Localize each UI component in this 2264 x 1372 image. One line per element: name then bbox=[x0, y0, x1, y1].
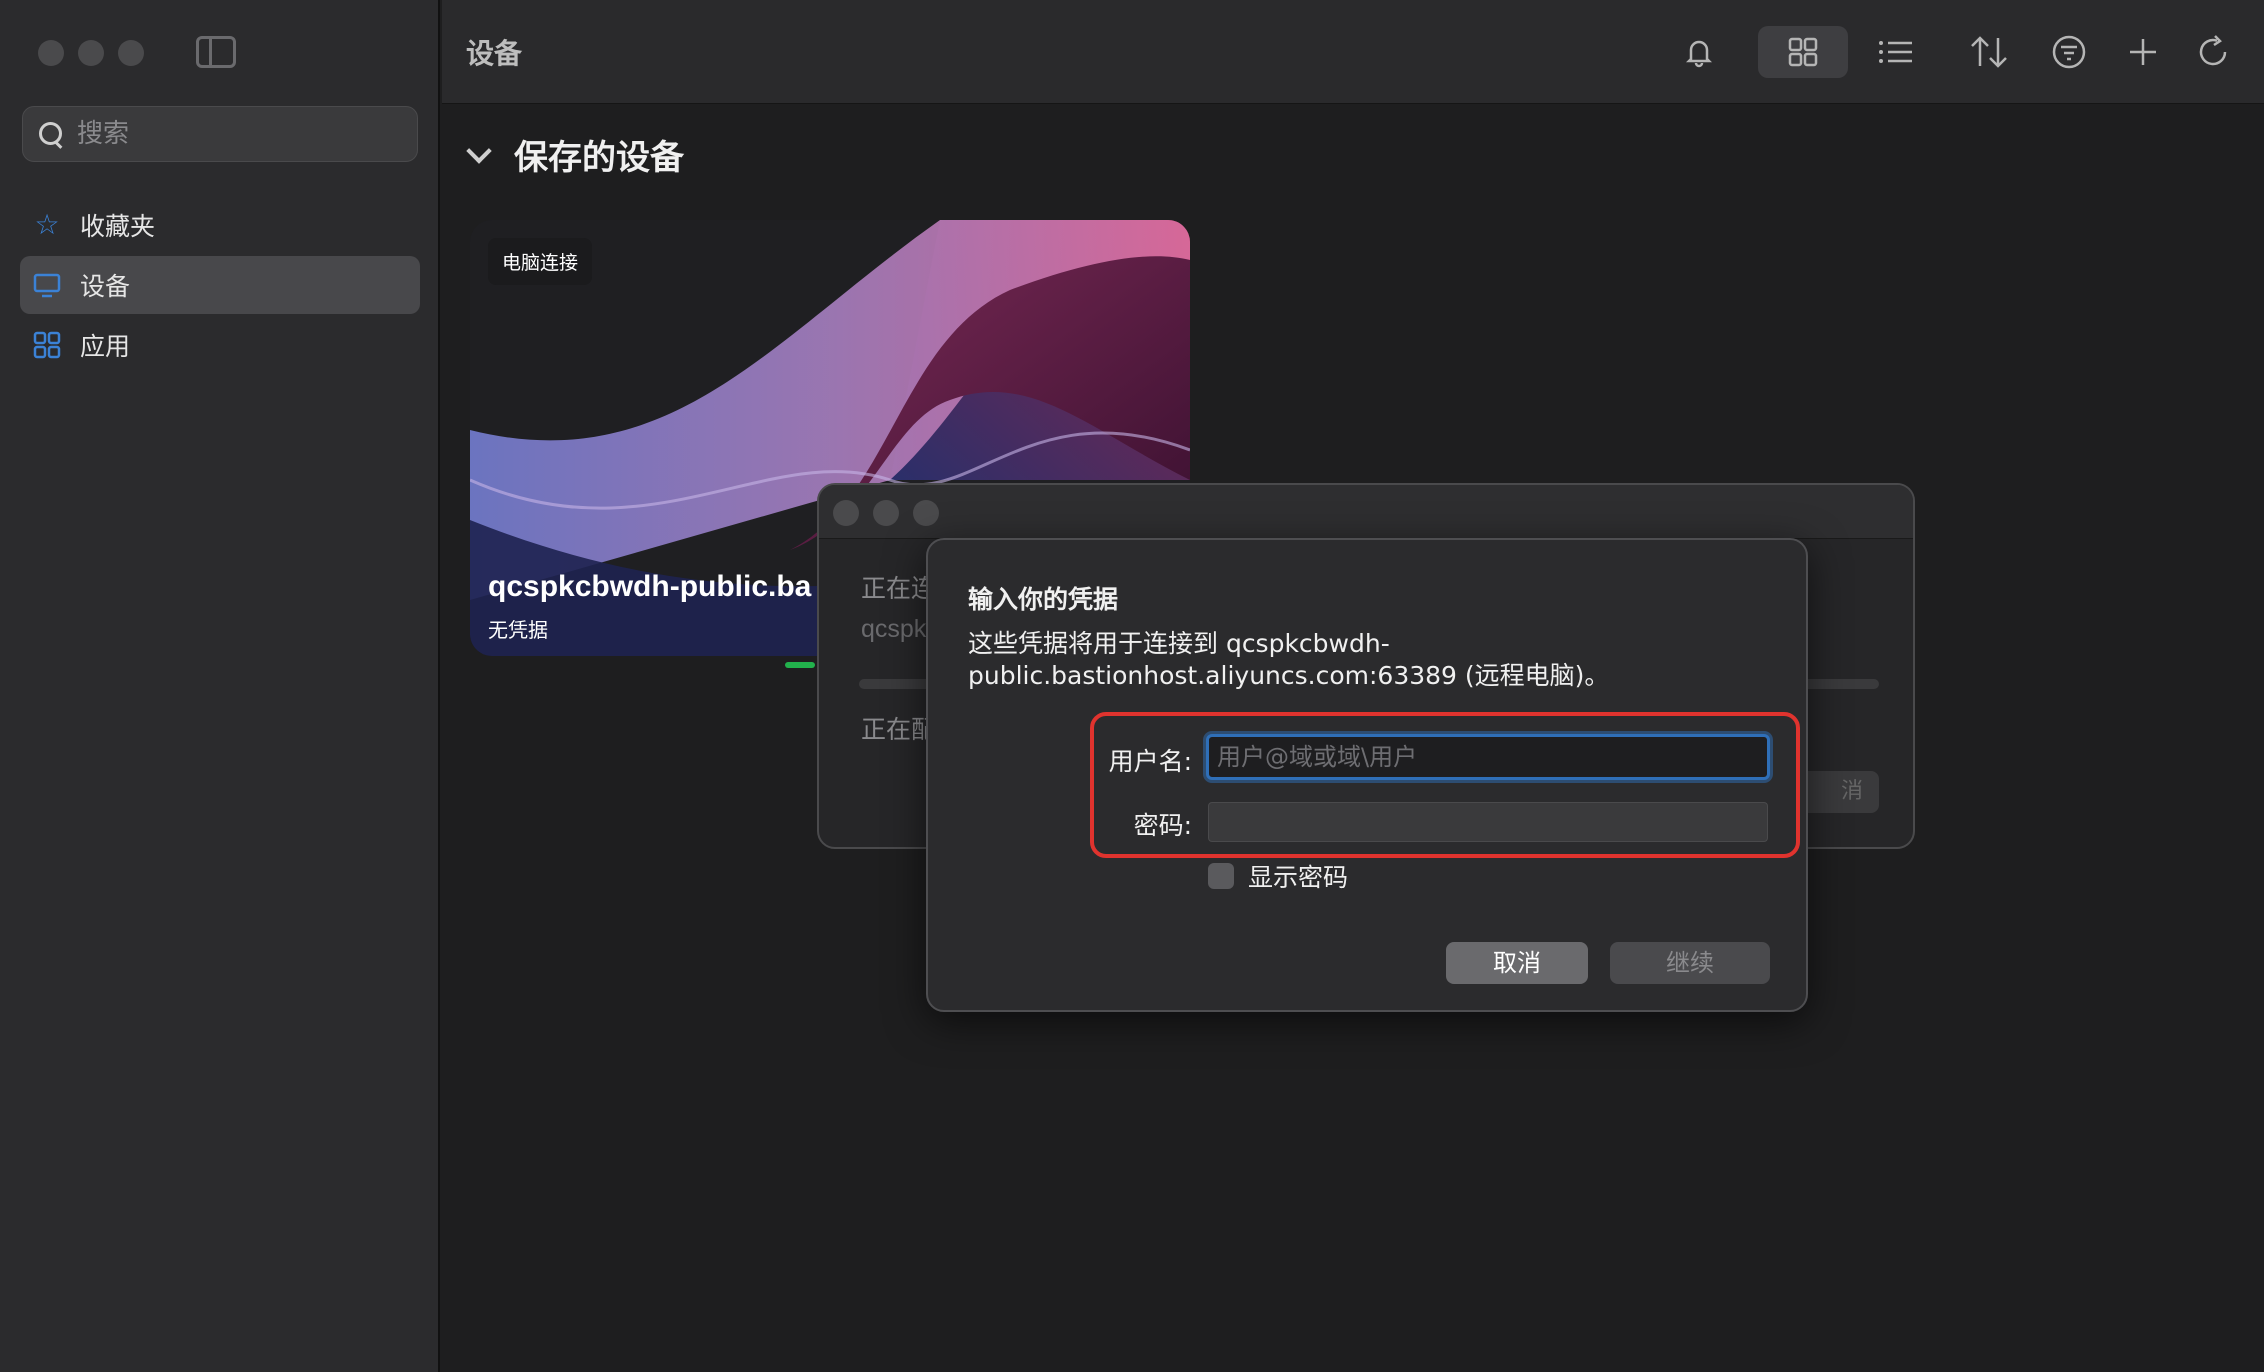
minimize-window-button[interactable] bbox=[873, 500, 899, 526]
connecting-window-titlebar bbox=[819, 485, 1913, 539]
device-credential-status: 无凭据 bbox=[488, 618, 548, 642]
sidebar-toggle-icon[interactable] bbox=[196, 36, 236, 68]
dialog-description: 这些凭据将用于连接到 qcspkcbwdh-public.bastionhost… bbox=[968, 629, 1610, 690]
list-view-icon[interactable] bbox=[1868, 26, 1922, 78]
search-icon bbox=[37, 120, 65, 148]
connection-indicator bbox=[785, 662, 815, 668]
window-controls bbox=[38, 40, 144, 66]
continue-button[interactable]: 继续 bbox=[1610, 942, 1770, 984]
grid-view-icon[interactable] bbox=[1758, 26, 1848, 78]
sidebar-item-label: 应用 bbox=[80, 332, 131, 361]
username-label: 用户名: bbox=[1108, 747, 1192, 776]
configuring-status: 正在配 bbox=[861, 715, 937, 744]
zoom-window-button[interactable] bbox=[118, 40, 144, 66]
page-title: 设备 bbox=[466, 37, 523, 70]
username-field[interactable] bbox=[1206, 734, 1770, 780]
sort-icon[interactable] bbox=[1962, 26, 2016, 78]
password-field[interactable] bbox=[1208, 802, 1768, 842]
cancel-button[interactable]: 取消 bbox=[1446, 942, 1588, 984]
section-title: 保存的设备 bbox=[514, 138, 684, 178]
sidebar-item-label: 设备 bbox=[80, 272, 131, 301]
sidebar-item-devices[interactable]: 设备 bbox=[20, 256, 420, 314]
zoom-window-button[interactable] bbox=[913, 500, 939, 526]
show-password-checkbox[interactable] bbox=[1208, 863, 1234, 889]
apps-grid-icon bbox=[32, 330, 62, 360]
credentials-dialog: 输入你的凭据 这些凭据将用于连接到 qcspkcbwdh-public.bast… bbox=[926, 538, 1808, 1012]
add-icon[interactable] bbox=[2116, 26, 2170, 78]
star-icon: ☆ bbox=[34, 208, 60, 241]
dialog-title: 输入你的凭据 bbox=[968, 585, 1119, 614]
chevron-down-icon[interactable] bbox=[466, 137, 492, 164]
toolbar: 设备 bbox=[442, 0, 2264, 104]
device-name: qcspkcbwdh-public.ba bbox=[488, 570, 812, 603]
connecting-host: qcspk bbox=[861, 615, 927, 643]
sidebar-item-favorites[interactable]: ☆ 收藏夹 bbox=[20, 196, 420, 254]
show-password-toggle[interactable]: 显示密码 bbox=[1208, 858, 1348, 894]
window-controls bbox=[833, 500, 939, 526]
saved-devices-header[interactable]: 保存的设备 bbox=[466, 130, 684, 179]
password-label: 密码: bbox=[1133, 811, 1192, 840]
search-input[interactable] bbox=[77, 119, 397, 149]
sidebar-item-apps[interactable]: 应用 bbox=[20, 316, 420, 374]
close-window-button[interactable] bbox=[833, 500, 859, 526]
sidebar-item-label: 收藏夹 bbox=[80, 212, 156, 241]
close-window-button[interactable] bbox=[38, 40, 64, 66]
bell-icon[interactable] bbox=[1672, 26, 1726, 78]
refresh-icon[interactable] bbox=[2186, 26, 2240, 78]
show-password-label: 显示密码 bbox=[1248, 863, 1349, 892]
minimize-window-button[interactable] bbox=[78, 40, 104, 66]
connecting-status: 正在连 bbox=[861, 574, 937, 603]
monitor-icon bbox=[32, 270, 62, 300]
sidebar: ☆ 收藏夹 设备 应用 bbox=[0, 0, 440, 1372]
sidebar-nav: ☆ 收藏夹 设备 应用 bbox=[20, 196, 420, 376]
filter-icon[interactable] bbox=[2042, 26, 2096, 78]
connection-type-badge: 电脑连接 bbox=[488, 238, 593, 285]
search-box[interactable] bbox=[22, 106, 418, 162]
